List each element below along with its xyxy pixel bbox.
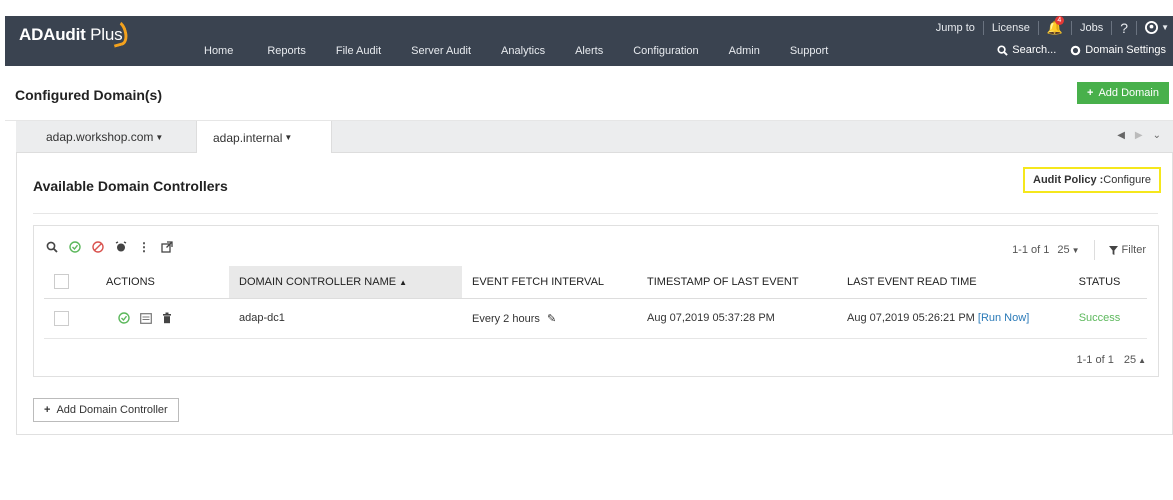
more-options-icon[interactable]: ⋮	[138, 240, 150, 254]
status-badge: Success	[1052, 298, 1147, 339]
divider	[1111, 20, 1113, 35]
column-header-actions: ACTIONS	[84, 266, 229, 299]
secondary-utility: Search... Domain Settings	[990, 44, 1173, 56]
export-icon[interactable]	[161, 241, 173, 253]
plus-icon: +	[44, 404, 51, 416]
select-all-header	[44, 266, 84, 299]
column-header-fetch-interval[interactable]: EVENT FETCH INTERVAL	[462, 266, 637, 299]
chevron-down-icon[interactable]: ⌄	[1153, 130, 1161, 141]
disable-icon[interactable]	[92, 241, 104, 253]
add-domain-button[interactable]: + Add Domain	[1077, 82, 1169, 104]
pager-top: 1-1 of 1 25 ▼ Filter	[1012, 240, 1146, 260]
utility-bar: Jump to License 🔔 4 Jobs ? ▼	[936, 15, 1173, 39]
nav-item-configuration[interactable]: Configuration	[633, 45, 698, 57]
bell-icon[interactable]: 🔔 4	[1047, 15, 1064, 36]
app-logo[interactable]: ADAudit Plus	[19, 25, 123, 45]
filter-button[interactable]: Filter	[1108, 244, 1146, 256]
page-size-select[interactable]: 25 ▲	[1124, 354, 1146, 366]
row-timestamp: Aug 07,2019 05:37:28 PM	[637, 298, 837, 339]
main-nav: Home Reports File Audit Server Audit Ana…	[204, 45, 828, 57]
caret-down-icon: ▼	[284, 133, 293, 142]
grid-toolbar: ⋮	[46, 240, 173, 254]
panel-title: Available Domain Controllers	[33, 178, 228, 194]
settings-window-icon[interactable]	[140, 312, 152, 324]
scroll-right-icon[interactable]: ▶	[1135, 130, 1143, 141]
license-link[interactable]: License	[992, 22, 1030, 34]
domain-controller-table: ACTIONS DOMAIN CONTROLLER NAME ▲ EVENT F…	[44, 266, 1147, 339]
add-domain-controller-button[interactable]: + Add Domain Controller	[33, 398, 179, 422]
tab-adap-internal[interactable]: adap.internal ▼	[196, 121, 332, 154]
nav-item-admin[interactable]: Admin	[729, 45, 760, 57]
delete-icon[interactable]	[162, 312, 172, 324]
row-actions-cell	[84, 298, 229, 339]
divider	[1136, 20, 1138, 35]
row-select-cell	[44, 298, 84, 339]
pager-range: 1-1 of 1	[1076, 354, 1114, 366]
tab-adap-workshop[interactable]: adap.workshop.com ▼	[30, 121, 179, 153]
nav-item-alerts[interactable]: Alerts	[575, 45, 603, 57]
alarm-icon[interactable]	[115, 241, 127, 253]
nav-item-analytics[interactable]: Analytics	[501, 45, 545, 57]
enable-icon[interactable]	[118, 312, 130, 324]
sort-ascending-icon: ▲	[399, 277, 408, 287]
nav-item-server-audit[interactable]: Server Audit	[411, 45, 471, 57]
plus-icon: +	[1087, 87, 1094, 99]
divider	[1093, 240, 1095, 260]
user-menu[interactable]: ▼	[1145, 21, 1169, 34]
audit-policy-box: Audit Policy : Configure	[1023, 167, 1161, 193]
domain-settings-button[interactable]: Domain Settings	[1063, 44, 1173, 56]
top-navbar: ADAudit Plus Home Reports File Audit Ser…	[5, 15, 1173, 66]
search-button[interactable]: Search...	[990, 44, 1063, 56]
pager-bottom: 1-1 of 1 25 ▲	[1077, 354, 1146, 366]
page-title: Configured Domain(s)	[15, 87, 162, 103]
column-header-dc-name[interactable]: DOMAIN CONTROLLER NAME ▲	[229, 266, 462, 299]
divider	[33, 213, 1158, 214]
audit-policy-label: Audit Policy :	[1033, 174, 1104, 186]
gear-icon	[1071, 45, 1081, 55]
nav-item-file-audit[interactable]: File Audit	[336, 45, 381, 57]
row-checkbox[interactable]	[54, 310, 69, 326]
column-header-timestamp[interactable]: TIMESTAMP OF LAST EVENT	[637, 266, 837, 299]
enable-icon[interactable]	[69, 241, 81, 253]
divider	[1037, 20, 1039, 35]
page-size-select[interactable]: 25 ▼	[1057, 244, 1079, 256]
tab-scroll-controls: ◀ ▶ ⌄	[1117, 130, 1161, 141]
row-dc-name: adap-dc1	[229, 298, 462, 339]
divider	[1071, 20, 1073, 35]
notification-count-badge: 4	[1054, 15, 1064, 25]
help-icon[interactable]: ?	[1120, 20, 1128, 36]
nav-item-home[interactable]: Home	[204, 45, 233, 57]
divider	[982, 20, 984, 35]
row-last-read: Aug 07,2019 05:26:21 PM [Run Now]	[837, 298, 1052, 339]
domain-tabs: adap.workshop.com ▼ adap.internal ▼ ◀ ▶ ⌄	[16, 121, 1173, 154]
filter-icon	[1108, 245, 1118, 255]
pager-range: 1-1 of 1	[1012, 244, 1050, 256]
column-header-last-read[interactable]: LAST EVENT READ TIME	[837, 266, 1052, 299]
jump-to-link[interactable]: Jump to	[936, 22, 975, 34]
row-fetch-interval: Every 2 hours ✎	[462, 298, 637, 339]
jobs-link[interactable]: Jobs	[1080, 22, 1103, 34]
select-all-checkbox[interactable]	[54, 274, 69, 290]
column-header-status[interactable]: STATUS	[1052, 266, 1147, 299]
caret-down-icon: ▼	[155, 132, 164, 142]
page-header: Configured Domain(s) + Add Domain	[5, 66, 1173, 121]
caret-down-icon: ▼	[1161, 23, 1169, 32]
table-header-row: ACTIONS DOMAIN CONTROLLER NAME ▲ EVENT F…	[44, 266, 1147, 299]
user-icon	[1145, 21, 1159, 34]
nav-item-support[interactable]: Support	[790, 45, 829, 57]
scroll-left-icon[interactable]: ◀	[1117, 130, 1125, 141]
search-icon[interactable]	[46, 241, 58, 253]
domain-controllers-panel: Available Domain Controllers Audit Polic…	[16, 153, 1173, 435]
domain-controller-grid: ⋮ 1-1 of 1 25 ▼ Filter ACTIONS DOMAIN CON…	[33, 225, 1159, 377]
run-now-link[interactable]: [Run Now]	[978, 312, 1029, 324]
table-row: adap-dc1 Every 2 hours ✎ Aug 07,2019 05:…	[44, 298, 1147, 339]
configure-link[interactable]: Configure	[1103, 174, 1151, 186]
pencil-icon[interactable]: ✎	[547, 313, 556, 325]
nav-item-reports[interactable]: Reports	[267, 45, 306, 57]
search-icon	[997, 44, 1008, 56]
